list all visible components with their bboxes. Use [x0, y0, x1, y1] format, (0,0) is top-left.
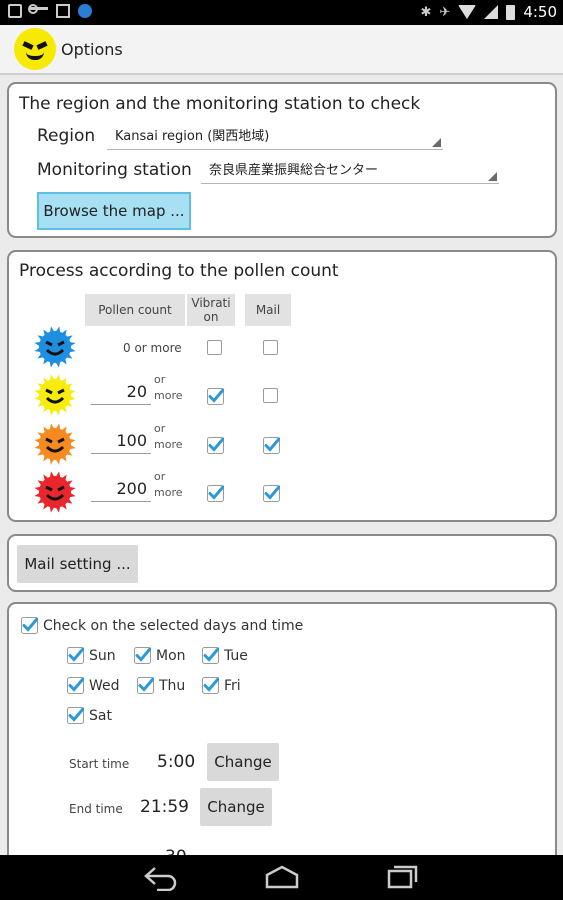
region-panel-title: The region and the monitoring station to…	[19, 94, 421, 114]
mail-checkbox[interactable]	[263, 340, 278, 355]
checkbox-checked-icon	[21, 617, 39, 634]
end-time-change-button[interactable]: Change	[200, 788, 272, 826]
header-pollen-count: Pollen count	[85, 294, 185, 326]
pollen-count-input[interactable]: 100	[91, 428, 151, 454]
day-label: Wed	[89, 677, 120, 694]
pollen-level-icon	[33, 373, 77, 417]
checkbox-checked-icon	[67, 677, 85, 694]
mail-checkbox[interactable]	[263, 485, 280, 502]
region-panel: The region and the monitoring station to…	[7, 82, 557, 238]
checkbox-checked-icon	[202, 677, 220, 694]
key-icon	[28, 4, 48, 15]
dropdown-arrow-icon	[488, 172, 497, 181]
battery-icon	[506, 4, 516, 20]
status-bar: ✱ ✈ 4:50	[0, 0, 563, 25]
day-checkbox-sat[interactable]: Sat	[67, 707, 112, 724]
region-spinner-value: Kansai region (関西地域)	[115, 129, 270, 144]
checkbox-checked-icon	[202, 647, 220, 664]
or-more-label: or more	[154, 422, 183, 451]
mail-checkbox[interactable]	[263, 437, 280, 454]
end-time-label: End time	[69, 802, 123, 816]
browse-map-button[interactable]: Browse the map ...	[37, 192, 191, 230]
checkbox-checked-icon	[67, 707, 85, 724]
check-days-toggle[interactable]: Check on the selected days and time	[21, 617, 303, 634]
checkbox-checked-icon	[137, 677, 155, 694]
pollen-level-icon	[33, 422, 77, 466]
status-bar-notifications	[8, 4, 92, 18]
notification-a-icon	[8, 4, 22, 18]
pollen-count-input[interactable]: 200	[91, 476, 151, 502]
day-checkbox-thu[interactable]: Thu	[137, 677, 185, 694]
day-label: Sat	[89, 707, 112, 724]
pollen-face-icon[interactable]	[14, 28, 56, 70]
station-spinner[interactable]: 奈良県産業振興総合センター	[201, 158, 499, 184]
action-bar: Options	[0, 25, 563, 75]
end-time-value: 21:59	[140, 797, 189, 817]
wifi-icon	[458, 5, 477, 19]
day-label: Thu	[159, 677, 186, 694]
page-title: Options	[61, 40, 123, 59]
region-spinner[interactable]: Kansai region (関西地域)	[107, 124, 443, 150]
station-label: Monitoring station	[37, 160, 192, 180]
image-icon	[56, 4, 70, 18]
vibration-checkbox[interactable]	[207, 437, 224, 454]
checkbox-checked-icon	[67, 647, 85, 664]
day-checkbox-tue[interactable]: Tue	[202, 647, 248, 664]
mail-panel: Mail setting ...	[7, 534, 557, 592]
pollen-panel: Process according to the pollen count Po…	[7, 250, 557, 522]
vibration-checkbox[interactable]	[207, 388, 224, 405]
start-time-label: Start time	[69, 757, 130, 771]
bluetooth-icon: ✱	[420, 4, 432, 20]
recents-icon[interactable]	[385, 865, 421, 891]
status-time: 4:50	[523, 3, 557, 21]
start-time-change-button[interactable]: Change	[207, 743, 279, 781]
mail-checkbox[interactable]	[263, 388, 278, 403]
day-checkbox-mon[interactable]: Mon	[134, 647, 186, 664]
day-label: Sun	[89, 647, 116, 664]
day-checkbox-wed[interactable]: Wed	[67, 677, 120, 694]
signal-icon	[484, 5, 499, 19]
region-label: Region	[37, 126, 96, 146]
back-icon[interactable]	[143, 865, 179, 891]
or-more-label: or more	[154, 373, 183, 402]
check-days-label: Check on the selected days and time	[43, 617, 304, 634]
home-icon[interactable]	[263, 865, 301, 891]
pollen-level-icon	[33, 470, 77, 514]
vibration-checkbox[interactable]	[207, 485, 224, 502]
station-spinner-value: 奈良県産業振興総合センター	[209, 163, 379, 178]
vibration-checkbox[interactable]	[207, 340, 222, 355]
day-checkbox-fri[interactable]: Fri	[202, 677, 241, 694]
navigation-bar	[0, 855, 563, 900]
day-checkbox-sun[interactable]: Sun	[67, 647, 116, 664]
airplane-icon: ✈	[439, 4, 451, 20]
day-label: Mon	[156, 647, 186, 664]
day-label: Fri	[224, 677, 241, 694]
app-notify-icon	[78, 4, 92, 18]
pollen-count-input[interactable]: 20	[91, 379, 151, 405]
header-vibration: Vibration	[187, 294, 235, 326]
header-mail: Mail	[245, 294, 291, 326]
mail-setting-button[interactable]: Mail setting ...	[17, 545, 138, 583]
day-label: Tue	[224, 647, 248, 664]
pollen-count-static: 0 or more	[123, 341, 182, 355]
dropdown-arrow-icon	[432, 138, 441, 147]
status-bar-system: ✱ ✈ 4:50	[421, 3, 558, 21]
schedule-panel: Check on the selected days and time Sun M…	[7, 602, 557, 892]
checkbox-checked-icon	[134, 647, 152, 664]
start-time-value: 5:00	[157, 752, 196, 772]
or-more-label: or more	[154, 470, 183, 499]
pollen-panel-title: Process according to the pollen count	[19, 261, 339, 281]
pollen-level-icon	[33, 325, 77, 369]
